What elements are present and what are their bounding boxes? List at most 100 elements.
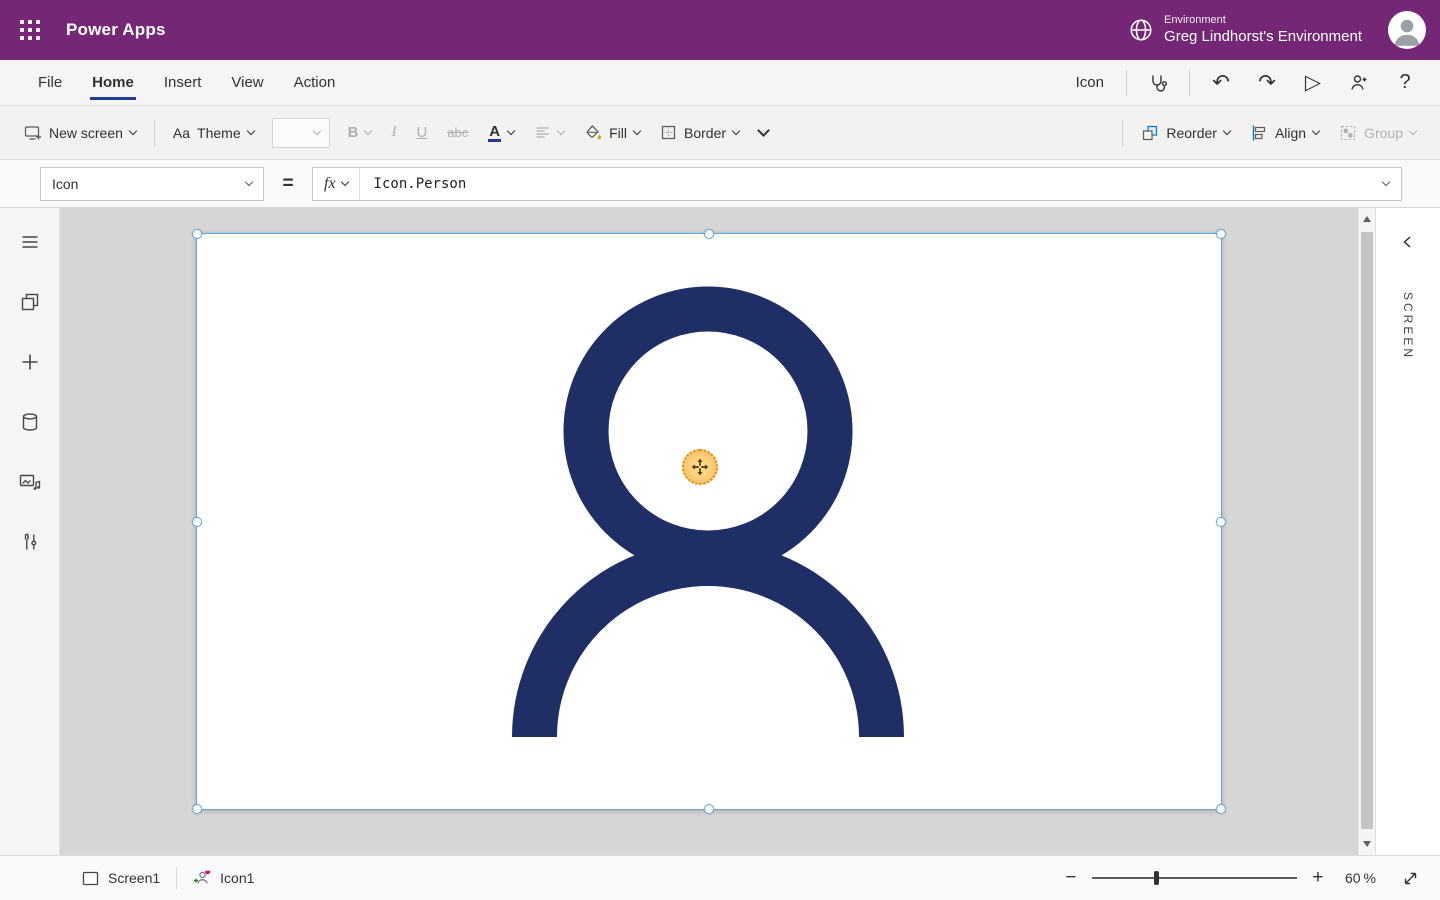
globe-icon <box>1128 17 1154 43</box>
text-align-button[interactable] <box>524 115 574 151</box>
status-bar: Screen1 Icon1 − + 60 % <box>0 855 1440 900</box>
text-align-icon <box>534 124 551 141</box>
vertical-scrollbar[interactable] <box>1358 208 1375 855</box>
resize-handle-top-left[interactable] <box>192 229 202 239</box>
screen-tab[interactable]: Screen1 <box>78 856 164 900</box>
avatar[interactable] <box>1388 11 1426 49</box>
insert-plus-icon[interactable] <box>10 342 50 382</box>
formula-bar-expand-icon[interactable] <box>1382 177 1390 185</box>
new-screen-icon <box>24 124 42 142</box>
property-select-value: Icon <box>52 176 78 192</box>
border-icon <box>660 124 677 141</box>
underline-button[interactable]: U <box>406 115 437 151</box>
preview-play-icon[interactable]: ▷ <box>1290 60 1336 106</box>
fill-button[interactable]: Fill <box>574 115 650 151</box>
person-icon-control[interactable] <box>196 233 1222 810</box>
group-button[interactable]: Group <box>1329 115 1426 151</box>
data-sources-icon[interactable] <box>10 402 50 442</box>
zoom-value: 60 <box>1345 870 1361 886</box>
menu-action[interactable]: Action <box>294 60 336 105</box>
resize-handle-bottom-left[interactable] <box>192 804 202 814</box>
environment-label: Environment <box>1164 14 1362 27</box>
reorder-icon <box>1141 124 1159 142</box>
screens-tree-icon[interactable] <box>10 282 50 322</box>
zoom-unit: % <box>1364 870 1376 886</box>
property-select[interactable]: Icon <box>40 167 264 201</box>
new-screen-button[interactable]: New screen <box>14 115 146 151</box>
zoom-out-button[interactable]: − <box>1058 867 1084 889</box>
resize-handle-mid-right[interactable] <box>1216 517 1226 527</box>
align-icon <box>1250 124 1268 142</box>
italic-button[interactable]: I <box>381 115 406 151</box>
screen-artboard[interactable] <box>196 233 1222 810</box>
help-icon[interactable]: ? <box>1382 60 1428 106</box>
fill-bucket-icon <box>584 124 602 142</box>
divider <box>1189 70 1190 96</box>
environment-picker[interactable]: Environment Greg Lindhorst's Environment <box>1128 14 1362 46</box>
resize-handle-bottom-center[interactable] <box>704 804 714 814</box>
workspace: SCREEN <box>0 208 1440 855</box>
divider <box>1126 70 1127 96</box>
redo-icon[interactable]: ↷ <box>1244 60 1290 106</box>
resize-handle-top-right[interactable] <box>1216 229 1226 239</box>
fx-icon: fx <box>324 175 336 193</box>
fit-to-window-icon[interactable] <box>1396 864 1424 892</box>
menu-view[interactable]: View <box>231 60 263 105</box>
more-formatting-button[interactable] <box>749 115 778 151</box>
reorder-button[interactable]: Reorder <box>1131 115 1240 151</box>
zoom-slider-handle[interactable] <box>1154 871 1159 885</box>
resize-handle-mid-left[interactable] <box>192 517 202 527</box>
app-title: Power Apps <box>66 20 166 40</box>
move-cursor-icon <box>682 449 718 485</box>
hamburger-icon[interactable] <box>10 222 50 262</box>
left-rail <box>0 208 60 855</box>
advanced-tools-icon[interactable] <box>10 522 50 562</box>
ribbon-toolbar: New screen Aa Theme B I U abc A Fill Bor… <box>0 106 1440 160</box>
right-properties-panel: SCREEN <box>1375 208 1440 855</box>
screen-panel-label: SCREEN <box>1401 292 1415 360</box>
divider <box>154 120 155 146</box>
zoom-in-button[interactable]: + <box>1305 867 1331 889</box>
selected-control-type-label: Icon <box>1076 74 1104 91</box>
zoom-slider[interactable] <box>1092 869 1297 887</box>
undo-icon[interactable]: ↶ <box>1198 60 1244 106</box>
canvas-area[interactable] <box>60 208 1358 855</box>
border-button[interactable]: Border <box>650 115 749 151</box>
theme-icon: Aa <box>173 125 190 141</box>
panel-expand-chevron-icon[interactable] <box>1400 234 1416 250</box>
menu-bar: File Home Insert View Action Icon ↶ ↷ ▷ … <box>0 60 1440 106</box>
font-color-icon: A <box>488 124 501 142</box>
app-header: Power Apps Environment Greg Lindhorst's … <box>0 0 1440 60</box>
formula-input[interactable]: fx Icon.Person <box>312 167 1402 201</box>
icon-control-glyph <box>193 869 211 887</box>
resize-handle-bottom-right[interactable] <box>1216 804 1226 814</box>
divider <box>1122 120 1123 146</box>
menu-file[interactable]: File <box>38 60 62 105</box>
fx-dropdown[interactable]: fx <box>313 168 360 200</box>
app-checker-icon[interactable] <box>1135 60 1181 106</box>
environment-name: Greg Lindhorst's Environment <box>1164 27 1362 46</box>
theme-button[interactable]: Aa Theme <box>163 115 264 151</box>
app-launcher-icon[interactable] <box>0 0 60 60</box>
media-icon[interactable] <box>10 462 50 502</box>
menu-insert[interactable]: Insert <box>164 60 202 105</box>
font-size-select[interactable] <box>272 118 330 148</box>
share-icon[interactable] <box>1336 60 1382 106</box>
scrollbar-thumb[interactable] <box>1361 232 1373 829</box>
scroll-down-icon[interactable] <box>1363 841 1371 847</box>
equals-sign: = <box>264 173 312 195</box>
menu-home[interactable]: Home <box>92 60 134 105</box>
divider <box>176 867 177 889</box>
control-tab[interactable]: Icon1 <box>189 856 258 900</box>
formula-text[interactable]: Icon.Person <box>360 176 467 192</box>
font-color-button[interactable]: A <box>478 115 524 151</box>
resize-handle-top-center[interactable] <box>704 229 714 239</box>
screen-thumbnail-icon <box>82 871 99 886</box>
scroll-up-icon[interactable] <box>1363 216 1371 222</box>
group-icon <box>1339 124 1357 142</box>
strikethrough-button[interactable]: abc <box>437 115 478 151</box>
bold-button[interactable]: B <box>338 115 382 151</box>
formula-bar: Icon = fx Icon.Person <box>0 160 1440 208</box>
zoom-slider-track <box>1092 877 1297 879</box>
align-button[interactable]: Align <box>1240 115 1329 151</box>
